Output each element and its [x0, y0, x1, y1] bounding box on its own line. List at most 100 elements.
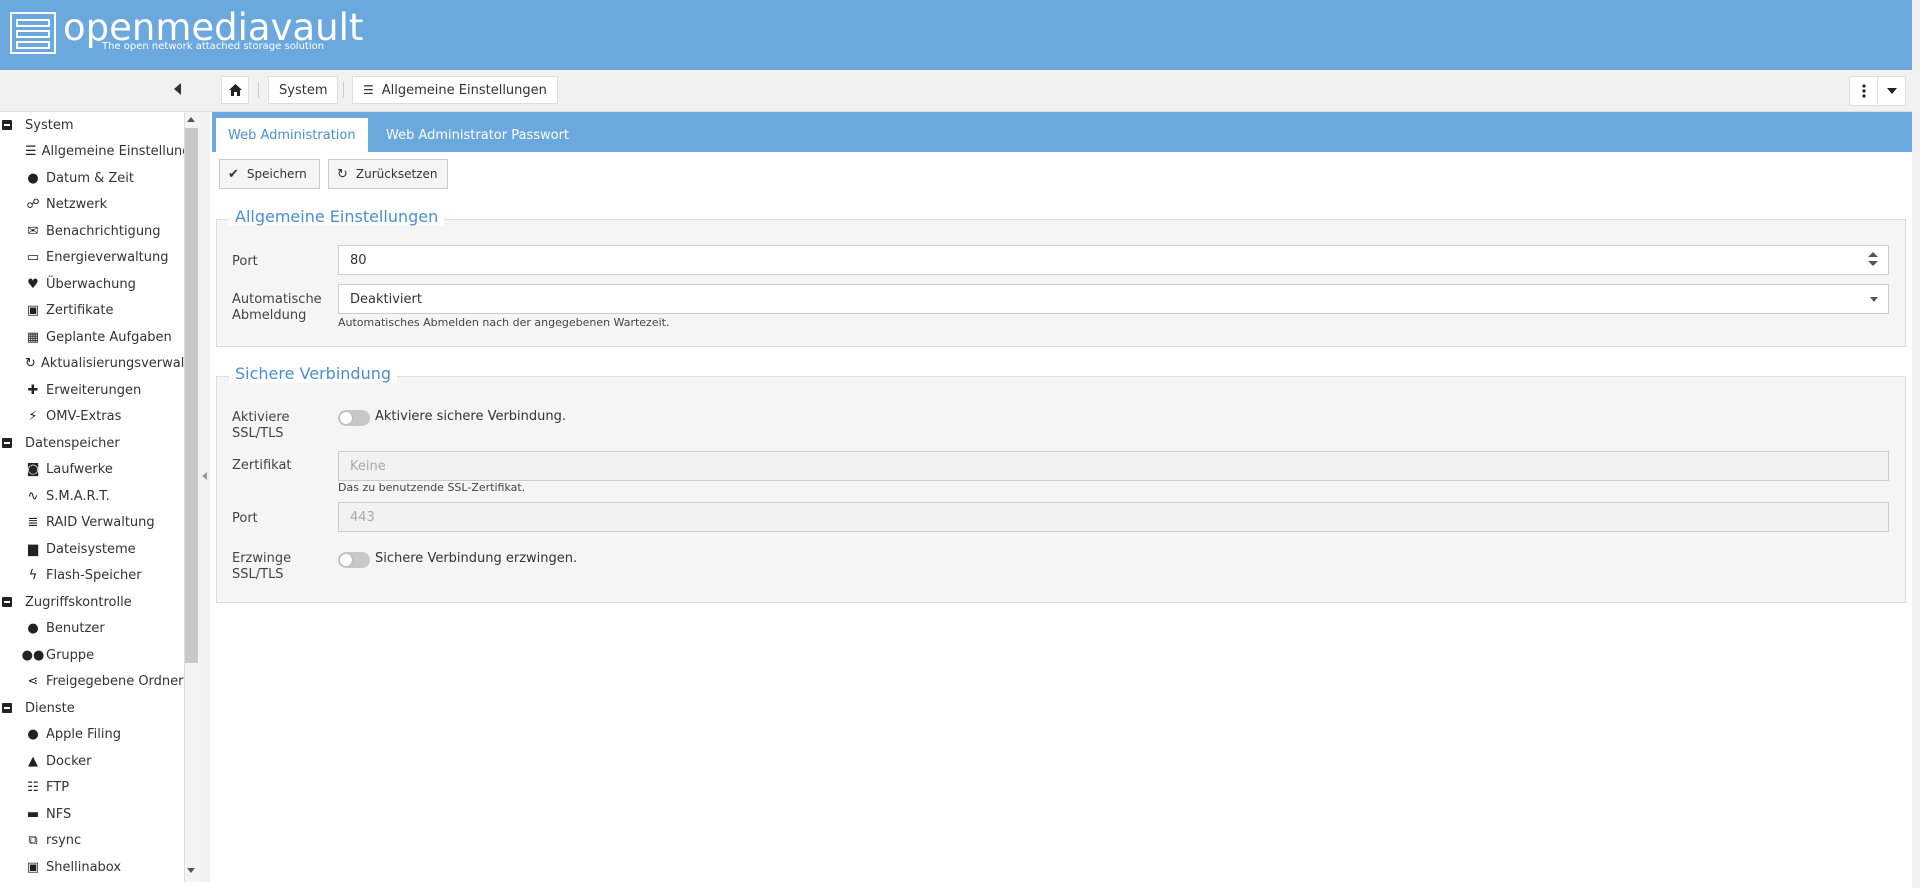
tab-web-administration[interactable]: Web Administration — [216, 118, 368, 152]
sidebar-item[interactable]: ▬ NFS — [0, 801, 184, 827]
sidebar-item[interactable]: ● Benutzer — [0, 616, 184, 642]
sidebar-item[interactable]: ☷ FTP — [0, 775, 184, 801]
sidebar-item-label: Laufwerke — [46, 462, 113, 477]
save-label: Speichern — [246, 167, 307, 181]
enable-ssl-label: Aktiviere SSL/TLS — [232, 410, 290, 441]
spin-up-icon[interactable] — [1868, 252, 1878, 257]
sidebar-item[interactable]: ϟ Flash-Speicher — [0, 563, 184, 589]
sidebar-item-label: Überwachung — [46, 276, 136, 292]
sidebar-group-1[interactable]: Datenspeicher — [0, 430, 120, 456]
save-button[interactable]: ✔ Speichern — [219, 159, 320, 189]
sidebar-item-label: rsync — [46, 833, 82, 848]
monitor-icon: ▬ — [26, 806, 40, 822]
port-label: Port — [232, 254, 258, 269]
home-icon — [228, 84, 242, 96]
sidebar-item[interactable]: ≣ RAID Verwaltung — [0, 510, 184, 536]
sidebar-item[interactable]: ▭ Energieverwaltung — [0, 245, 184, 271]
sidebar-item[interactable]: ▦ Geplante Aufgaben — [0, 324, 184, 350]
spin-down-icon[interactable] — [1868, 261, 1878, 266]
sidebar-item-label: Gruppe — [46, 647, 95, 663]
tab-web-administrator-password[interactable]: Web Administrator Passwort — [374, 118, 581, 152]
flash-icon: ϟ — [28, 568, 38, 583]
force-ssl-toggle[interactable] — [338, 552, 370, 568]
app-header: openmediavault The open network attached… — [0, 0, 1920, 70]
calendar-clock-icon: ▦ — [26, 329, 40, 345]
sidebar-item[interactable]: ▣ Zertifikate — [0, 298, 184, 324]
sidebar-item[interactable]: ☍ Netzwerk — [0, 192, 184, 218]
more-menu-button[interactable] — [1850, 77, 1877, 105]
secure-connection-fieldset: Sichere Verbindung Aktiviere SSL/TLS Akti… — [216, 364, 1906, 603]
sidebar-group-label: Dienste — [25, 700, 75, 716]
openmediavault-logo-icon — [10, 12, 56, 54]
scroll-down-icon[interactable] — [187, 868, 195, 873]
certificate-placeholder: Keine — [350, 458, 386, 474]
sidebar-item-label: Dateisysteme — [46, 541, 136, 557]
breadcrumb-home[interactable] — [221, 76, 249, 104]
sidebar-item[interactable]: ✚ Erweiterungen — [0, 377, 184, 403]
sidebar-item[interactable]: ▣ Shellinabox — [0, 854, 184, 880]
sidebar-item-label: Zertifikate — [46, 303, 114, 318]
sidebar-item[interactable]: ⧉ rsync — [0, 828, 184, 854]
sidebar-group-2[interactable]: Zugriffskontrolle — [0, 589, 132, 615]
enable-ssl-text: Aktiviere sichere Verbindung. — [375, 409, 567, 424]
mail-icon: ✉ — [27, 223, 39, 239]
collapse-left-icon[interactable] — [202, 472, 207, 480]
sidebar-item[interactable]: ▆ Dateisysteme — [0, 536, 184, 562]
user-icon: ● — [27, 621, 39, 636]
clock-icon: ● — [27, 170, 39, 186]
dropdown-button[interactable] — [1877, 77, 1905, 105]
breadcrumb-current-label: Allgemeine Einstellungen — [381, 82, 547, 98]
sidebar-item[interactable]: ◙ Laufwerke — [0, 457, 184, 483]
server-icon: ☷ — [27, 780, 39, 795]
reset-button[interactable]: ↻ Zurücksetzen — [328, 159, 448, 189]
scroll-up-icon[interactable] — [187, 117, 195, 122]
sidebar-item-label: Benachrichtigung — [46, 223, 161, 239]
sidebar-item[interactable]: ∿ S.M.A.R.T. — [0, 483, 184, 509]
ssl-port-input[interactable]: 443 — [338, 502, 1889, 532]
breadcrumb-current[interactable]: ☰ Allgemeine Einstellungen — [352, 76, 558, 104]
collapse-minus-icon[interactable] — [2, 703, 12, 713]
autologout-select[interactable]: Deaktiviert — [338, 284, 1889, 314]
group-icon: ●● — [21, 647, 45, 663]
collapse-minus-icon[interactable] — [2, 120, 12, 130]
breadcrumb-bar: System ☰ Allgemeine Einstellungen — [0, 70, 1912, 112]
sidebar-item-label: Freigegebene Ordner — [46, 674, 184, 689]
certificate-label: Zertifikat — [232, 458, 292, 473]
sidebar-item[interactable]: ▲ Docker — [0, 748, 184, 774]
sidebar-scroll-thumb[interactable] — [185, 128, 198, 663]
general-settings-legend: Allgemeine Einstellungen — [229, 207, 445, 226]
sidebar-item[interactable]: ↻ Aktualisierungsverwalt — [0, 351, 184, 377]
sidebar-item[interactable]: ●● Gruppe — [0, 642, 184, 668]
caret-down-icon — [1886, 88, 1897, 94]
autologout-value: Deaktiviert — [350, 291, 422, 307]
sidebar-splitter[interactable] — [200, 112, 210, 882]
harddisk-icon: ◙ — [26, 462, 40, 477]
sidebar-item[interactable]: ✉ Benachrichtigung — [0, 218, 184, 244]
page-scrollbar[interactable] — [1912, 0, 1920, 888]
sidebar-item[interactable]: ⚡ OMV-Extras — [0, 404, 184, 430]
ssl-port-label: Port — [232, 511, 258, 526]
sidebar-item[interactable]: ☰ Allgemeine Einstellung — [0, 139, 184, 165]
sidebar-item-label: FTP — [46, 780, 70, 795]
port-value: 80 — [350, 252, 367, 268]
collapse-sidebar-icon[interactable] — [174, 83, 181, 95]
sidebar-item[interactable]: ● Datum & Zeit — [0, 165, 184, 191]
collapse-minus-icon[interactable] — [2, 438, 12, 448]
collapse-minus-icon[interactable] — [2, 597, 12, 607]
enable-ssl-toggle[interactable] — [338, 410, 370, 426]
secure-connection-legend: Sichere Verbindung — [229, 364, 397, 383]
sidebar-group-3[interactable]: Dienste — [0, 695, 75, 721]
sidebar-item-label: NFS — [46, 806, 72, 822]
certificate-select[interactable]: Keine — [338, 451, 1889, 481]
sidebar-group-label: Zugriffskontrolle — [25, 594, 132, 610]
sidebar-item[interactable]: ⋖ Freigegebene Ordner — [0, 669, 184, 695]
sidebar-group-0[interactable]: System — [0, 112, 73, 138]
sidebar-item-label: Datum & Zeit — [46, 170, 134, 186]
sidebar-item[interactable]: ● Apple Filing — [0, 722, 184, 748]
puzzle-icon: ✚ — [27, 382, 39, 398]
breadcrumb-system[interactable]: System — [268, 76, 339, 104]
general-settings-fieldset: Allgemeine Einstellungen Port 80 Automat… — [216, 207, 1906, 347]
port-input[interactable]: 80 — [338, 245, 1889, 275]
sidebar-nav: System ☰ Allgemeine Einstellung ● Datum & Ze… — [0, 112, 200, 882]
sidebar-item[interactable]: ♥ Überwachung — [0, 271, 184, 297]
